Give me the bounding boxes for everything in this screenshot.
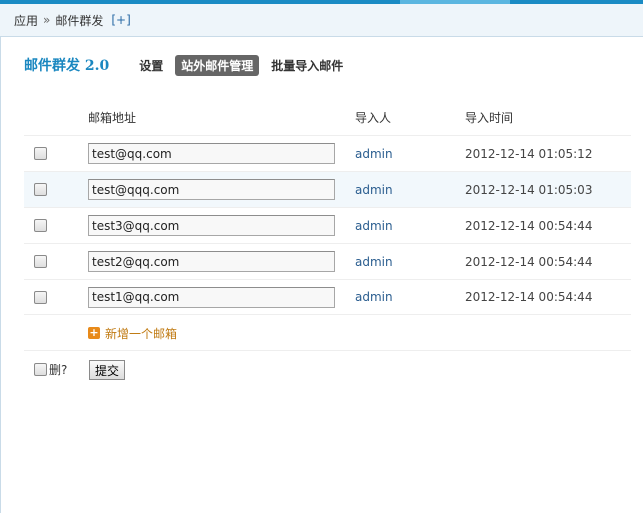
email-field[interactable]: test@qqq.com [88, 179, 335, 200]
import-time: 2012-12-14 00:54:44 [465, 290, 593, 304]
delete-all-checkbox[interactable] [34, 362, 47, 376]
breadcrumb: 应用 » 邮件群发 [+] [0, 4, 643, 37]
email-field[interactable]: test3@qq.com [88, 215, 335, 236]
nav-external-mail-management[interactable]: 站外邮件管理 [175, 54, 260, 76]
row-select-checkbox[interactable] [34, 219, 47, 232]
breadcrumb-add-link[interactable]: [+] [111, 13, 130, 27]
plugin-header: 邮件群发 2.0 设置 站外邮件管理 批量导入邮件 [24, 54, 355, 76]
plugin-title: 邮件群发 2.0 [24, 58, 110, 74]
table-row: test2@qq.com admin 2012-12-14 00:54:44 [24, 243, 631, 279]
importer-link[interactable]: admin [355, 172, 393, 207]
table-row: test@qq.com admin 2012-12-14 01:05:12 [24, 135, 631, 171]
email-field[interactable]: test@qq.com [88, 143, 335, 164]
import-time: 2012-12-14 01:05:03 [465, 182, 593, 197]
import-time: 2012-12-14 01:05:12 [465, 146, 593, 161]
breadcrumb-root[interactable]: 应用 [14, 12, 38, 29]
import-time: 2012-12-14 00:54:44 [465, 218, 593, 233]
nav-settings[interactable]: 设置 [133, 55, 169, 76]
import-time: 2012-12-14 00:54:44 [465, 254, 593, 269]
plus-square-icon: + [88, 326, 100, 339]
importer-link[interactable]: admin [355, 136, 393, 171]
importer-link[interactable]: admin [355, 280, 393, 314]
breadcrumb-separator: » [43, 13, 51, 27]
column-header-email: 邮箱地址 [88, 110, 137, 125]
column-header-time: 导入时间 [465, 110, 514, 125]
importer-link[interactable]: admin [355, 208, 393, 243]
nav-bulk-import[interactable]: 批量导入邮件 [265, 55, 349, 76]
table-row: test@qqq.com admin 2012-12-14 01:05:03 [24, 171, 631, 207]
email-table: 邮箱地址 导入人 导入时间 test@qq.com admin 2012-12-… [24, 99, 631, 315]
left-border [0, 37, 1, 513]
email-field[interactable]: test1@qq.com [88, 286, 335, 308]
email-field[interactable]: test2@qq.com [88, 251, 335, 272]
delete-label: 删? [49, 362, 68, 377]
submit-button[interactable]: 提交 [89, 360, 125, 380]
row-select-checkbox[interactable] [34, 147, 47, 160]
importer-link[interactable]: admin [355, 244, 393, 279]
add-email-link[interactable]: + 新增一个邮箱 [88, 324, 177, 342]
breadcrumb-current[interactable]: 邮件群发 [55, 12, 103, 29]
row-select-checkbox[interactable] [34, 290, 47, 304]
table-header-row: 邮箱地址 导入人 导入时间 [24, 99, 631, 135]
table-row: test3@qq.com admin 2012-12-14 00:54:44 [24, 207, 631, 243]
row-select-checkbox[interactable] [34, 183, 47, 196]
row-select-checkbox[interactable] [34, 255, 47, 268]
add-email-label: 新增一个邮箱 [105, 326, 178, 341]
column-header-importer: 导入人 [355, 110, 392, 125]
delete-toggle: 删? [34, 362, 68, 377]
footer-divider [24, 350, 631, 351]
table-row: test1@qq.com admin 2012-12-14 00:54:44 [24, 279, 631, 315]
